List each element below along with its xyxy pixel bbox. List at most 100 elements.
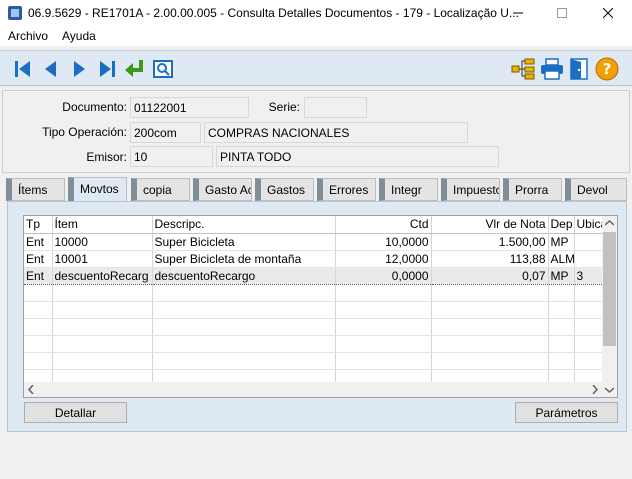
parametros-button[interactable]: Parámetros	[515, 402, 618, 423]
documento-label: Documento:	[62, 100, 127, 114]
cell-descripc: descuentoRecargo	[152, 266, 336, 285]
horizontal-scrollbar[interactable]	[24, 382, 602, 397]
cell-item: descuentoRecarg	[52, 266, 153, 285]
cell-ubica	[574, 250, 605, 268]
table-row[interactable]: Ent 10001 Super Bicicleta de montaña 12,…	[24, 250, 605, 268]
tab-errores[interactable]: Errores	[317, 178, 376, 201]
scroll-corner	[602, 381, 617, 397]
close-icon	[603, 8, 613, 18]
cell-vlr-nota: 0,07	[431, 266, 549, 285]
cell-dep: ALM	[548, 250, 575, 268]
cell-item: 10001	[52, 250, 153, 268]
title-bar: 06.9.5629 - RE1701A - 2.00.00.005 - Cons…	[0, 0, 632, 26]
last-record-icon	[100, 61, 115, 77]
next-record-icon	[74, 61, 85, 77]
scroll-left-icon[interactable]	[28, 385, 34, 394]
vertical-scrollbar[interactable]	[602, 216, 617, 381]
col-header-item[interactable]: Ítem	[52, 216, 153, 234]
minimize-button[interactable]	[496, 0, 540, 26]
tab-gasto-acc[interactable]: Gasto Acc	[193, 178, 252, 201]
tab-devol[interactable]: Devol	[565, 178, 627, 201]
return-icon	[125, 60, 143, 77]
serie-field[interactable]	[304, 97, 367, 118]
window-title: 06.9.5629 - RE1701A - 2.00.00.005 - Cons…	[28, 6, 519, 20]
app-icon	[8, 6, 22, 20]
scroll-up-icon[interactable]	[605, 220, 614, 226]
emisor-code-field[interactable]: 10	[130, 146, 213, 167]
menu-ayuda[interactable]: Ayuda	[62, 29, 96, 43]
tipo-operacion-label: Tipo Operación:	[42, 125, 127, 139]
tab-prorra[interactable]: Prorra	[503, 178, 562, 201]
empty-row[interactable]	[24, 335, 605, 353]
maximize-button[interactable]	[540, 0, 584, 26]
parametros-button-label: Parámetros	[535, 405, 598, 420]
next-record-button[interactable]	[66, 56, 92, 82]
help-button[interactable]: ?	[594, 56, 620, 82]
tab-strip: Ítems Movtos copia Gasto Acc Gastos Erro…	[0, 177, 632, 203]
svg-text:?: ?	[603, 60, 612, 78]
tab-items[interactable]: Ítems	[6, 178, 65, 201]
grid-header-row: Tp Ítem Descripc. Ctd Vlr de Nota Dep Ub…	[24, 216, 605, 234]
col-header-vlr-nota[interactable]: Vlr de Nota	[431, 216, 549, 234]
cell-ctd: 0,0000	[335, 266, 432, 285]
empty-row[interactable]	[24, 301, 605, 319]
tipo-operacion-code-field[interactable]: 200com	[130, 122, 201, 143]
previous-record-button[interactable]	[38, 56, 64, 82]
empty-row[interactable]	[24, 318, 605, 336]
col-header-dep[interactable]: Dep	[548, 216, 575, 234]
tab-impuesto[interactable]: Impuesto	[441, 178, 500, 201]
hierarchy-button[interactable]	[510, 56, 536, 82]
tab-copia[interactable]: copia	[131, 178, 190, 201]
scroll-right-icon[interactable]	[592, 385, 598, 394]
cell-ubica	[574, 233, 605, 251]
cell-descripc: Super Bicicleta de montaña	[152, 250, 336, 268]
detallar-button-label: Detallar	[54, 405, 97, 420]
cell-tp: Ent	[24, 266, 53, 285]
tab-integr[interactable]: Integr	[379, 178, 438, 201]
documento-field[interactable]: 01122001	[130, 97, 249, 118]
cell-ctd: 12,0000	[335, 250, 432, 268]
col-header-tp[interactable]: Tp	[24, 216, 53, 234]
cell-item: 10000	[52, 233, 153, 251]
maximize-icon	[557, 8, 567, 18]
return-button[interactable]	[122, 56, 148, 82]
emisor-name-field: PINTA TODO	[216, 146, 499, 167]
movements-grid[interactable]: Tp Ítem Descripc. Ctd Vlr de Nota Dep Ub…	[23, 215, 618, 398]
empty-row[interactable]	[24, 284, 605, 302]
vertical-scroll-thumb[interactable]	[603, 232, 616, 346]
tab-gastos[interactable]: Gastos	[255, 178, 314, 201]
close-button[interactable]	[586, 0, 630, 26]
zoom-button[interactable]	[150, 56, 176, 82]
col-header-descripc[interactable]: Descripc.	[152, 216, 336, 234]
exit-button[interactable]	[566, 56, 592, 82]
cell-dep: MP	[548, 266, 575, 285]
cell-dep: MP	[548, 233, 575, 251]
last-record-button[interactable]	[94, 56, 120, 82]
tab-movtos[interactable]: Movtos	[68, 177, 127, 203]
cell-tp: Ent	[24, 250, 53, 268]
menu-bar: Archivo Ayuda	[0, 26, 632, 46]
print-icon	[541, 58, 563, 80]
serie-label: Serie:	[268, 100, 300, 114]
cell-vlr-nota: 1.500,00	[431, 233, 549, 251]
print-button[interactable]	[539, 56, 565, 82]
cell-tp: Ent	[24, 233, 53, 251]
col-header-ctd[interactable]: Ctd	[335, 216, 432, 234]
emisor-label: Emisor:	[86, 150, 127, 164]
first-record-icon	[15, 61, 30, 77]
menu-archivo[interactable]: Archivo	[8, 29, 48, 43]
cell-ctd: 10,0000	[335, 233, 432, 251]
scroll-down-icon[interactable]	[605, 387, 614, 393]
previous-record-icon	[45, 61, 56, 77]
exit-icon	[570, 58, 588, 80]
tipo-operacion-desc-field: COMPRAS NACIONALES	[204, 122, 468, 143]
first-record-button[interactable]	[10, 56, 36, 82]
empty-row[interactable]	[24, 352, 605, 370]
table-row-selected[interactable]: Ent descuentoRecarg descuentoRecargo 0,0…	[24, 266, 605, 285]
col-header-ubica[interactable]: Ubica	[574, 216, 605, 234]
table-row[interactable]: Ent 10000 Super Bicicleta 10,0000 1.500,…	[24, 233, 605, 251]
zoom-icon	[153, 60, 173, 78]
toolbar: ?	[0, 50, 632, 86]
cell-vlr-nota: 113,88	[431, 250, 549, 268]
detallar-button[interactable]: Detallar	[24, 402, 127, 423]
